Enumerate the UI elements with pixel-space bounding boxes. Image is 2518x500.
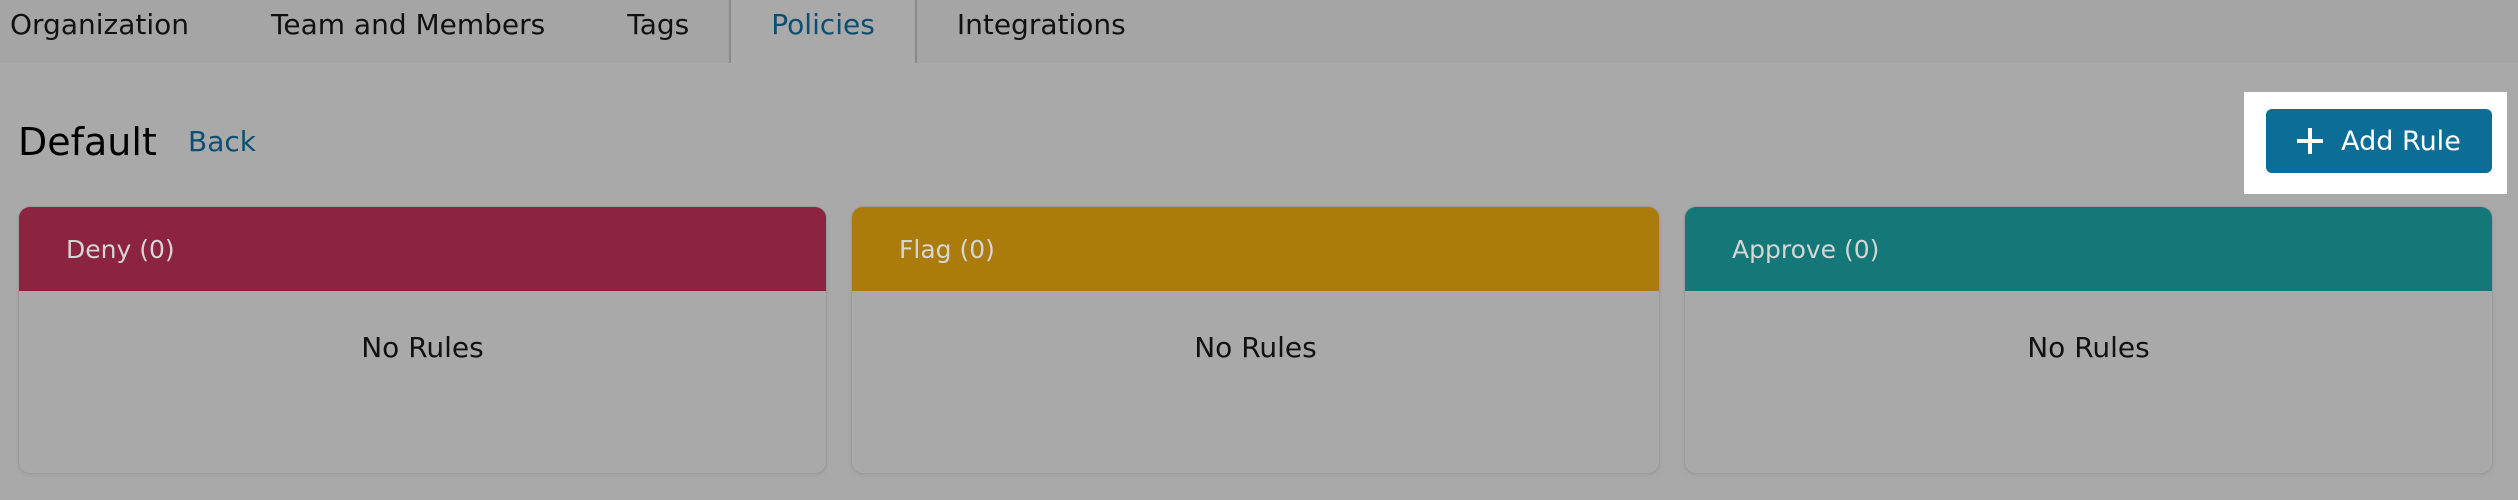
flag-card-title: Flag (0): [899, 234, 995, 264]
flag-card: Flag (0) No Rules: [851, 206, 1660, 474]
add-rule-button[interactable]: Add Rule: [2266, 109, 2492, 173]
tab-integrations[interactable]: Integrations: [957, 0, 1126, 63]
add-rule-label: Add Rule: [2341, 125, 2461, 157]
tab-organization[interactable]: Organization: [10, 0, 189, 63]
deny-card-header: Deny (0): [19, 207, 826, 291]
flag-empty-text: No Rules: [1194, 331, 1317, 364]
approve-empty-text: No Rules: [2027, 331, 2150, 364]
back-link[interactable]: Back: [188, 112, 256, 172]
tab-bar: Organization Team and Members Tags Polic…: [0, 0, 2518, 63]
tab-team-and-members[interactable]: Team and Members: [271, 0, 545, 63]
plus-icon: [2297, 128, 2324, 154]
flag-card-body: No Rules: [852, 291, 1659, 473]
approve-card-header: Approve (0): [1685, 207, 2492, 291]
page-title: Default: [18, 120, 157, 164]
approve-card-title: Approve (0): [1732, 234, 1880, 264]
tab-tags[interactable]: Tags: [627, 0, 689, 63]
approve-card: Approve (0) No Rules: [1684, 206, 2493, 474]
flag-card-header: Flag (0): [852, 207, 1659, 291]
deny-card: Deny (0) No Rules: [18, 206, 827, 474]
tab-policies[interactable]: Policies: [729, 0, 917, 63]
deny-card-title: Deny (0): [66, 234, 175, 264]
approve-card-body: No Rules: [1685, 291, 2492, 473]
deny-card-body: No Rules: [19, 291, 826, 473]
deny-empty-text: No Rules: [361, 331, 484, 364]
